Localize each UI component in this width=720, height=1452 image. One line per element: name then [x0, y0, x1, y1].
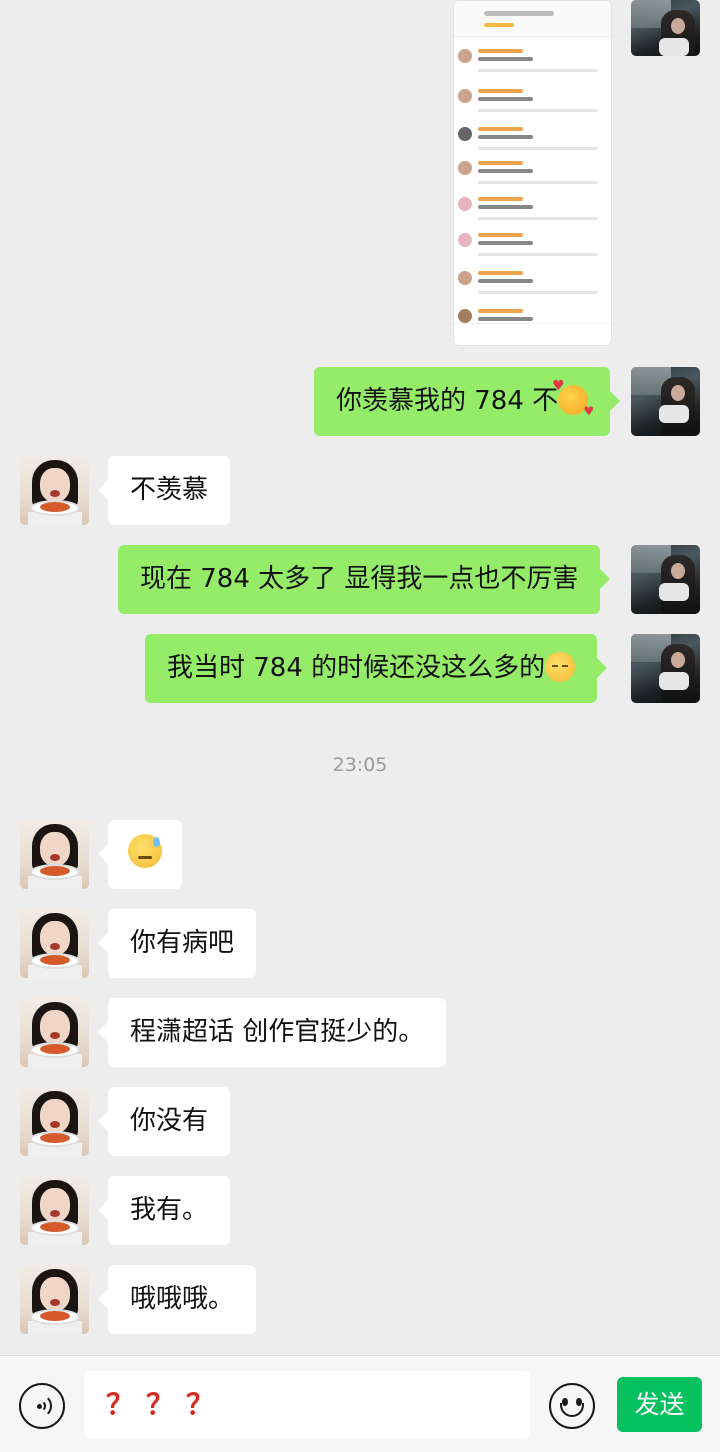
contact-avatar[interactable] [20, 1265, 89, 1334]
chat-input-bar: ？？？ 发送 [0, 1355, 720, 1452]
smiling-face-with-hearts-icon [552, 379, 594, 417]
message-text: 现在 784 太多了 显得我一点也不厉害 [140, 564, 579, 594]
my-message-bubble[interactable]: 我当时 784 的时候还没这么多的 [145, 634, 608, 703]
contact-message-bubble[interactable]: 我有。 [97, 1176, 231, 1245]
screenshot-footer [454, 323, 611, 345]
message-text: 哦哦哦。 [130, 1284, 235, 1314]
contact-avatar[interactable] [20, 998, 89, 1067]
contact-message-bubble[interactable]: 你有病吧 [97, 909, 257, 978]
contact-message-bubble[interactable]: 你没有 [97, 1087, 231, 1156]
contact-avatar[interactable] [20, 820, 89, 889]
my-avatar[interactable] [631, 367, 700, 436]
message-text: 不羡慕 [130, 475, 209, 505]
message-text: 你有病吧 [130, 928, 235, 958]
contact-message-bubble[interactable] [98, 820, 182, 889]
contact-avatar[interactable] [20, 1087, 89, 1156]
contact-message-bubble[interactable]: 不羡慕 [97, 456, 231, 525]
message-text: 我有。 [130, 1195, 209, 1225]
anxious-sweat-face-icon [128, 834, 162, 868]
message-text: 你羡慕我的 784 不 [336, 386, 559, 416]
contact-message-bubble[interactable]: 程潇超话 创作官挺少的。 [97, 998, 447, 1067]
pensive-face-icon [545, 652, 576, 682]
message-text: 你没有 [130, 1106, 209, 1136]
contact-avatar[interactable] [20, 456, 89, 525]
my-message-bubble[interactable]: 现在 784 太多了 显得我一点也不厉害 [118, 545, 611, 614]
contact-avatar[interactable] [20, 909, 89, 978]
screenshot-header [454, 1, 611, 37]
message-text: 我当时 784 的时候还没这么多的 [167, 653, 546, 683]
voice-input-icon[interactable] [19, 1383, 65, 1429]
message-input[interactable]: ？？？ [84, 1371, 530, 1438]
chat-message-list[interactable]: 你羡慕我的 784 不 不羡慕 现在 784 太多了 显得我一点也不厉害 我当时… [0, 0, 720, 1355]
my-avatar[interactable] [631, 545, 700, 614]
send-button[interactable]: 发送 [617, 1377, 702, 1432]
my-avatar[interactable] [631, 634, 700, 703]
shared-screenshot-image[interactable] [453, 0, 612, 346]
my-message-bubble[interactable]: 你羡慕我的 784 不 [314, 367, 621, 436]
emoji-picker-icon[interactable] [549, 1383, 595, 1429]
message-text: 程潇超话 创作官挺少的。 [130, 1017, 425, 1047]
contact-avatar[interactable] [20, 1176, 89, 1245]
contact-message-bubble[interactable]: 哦哦哦。 [97, 1265, 257, 1334]
message-timestamp: 23:05 [332, 754, 388, 776]
my-avatar[interactable] [631, 0, 700, 56]
